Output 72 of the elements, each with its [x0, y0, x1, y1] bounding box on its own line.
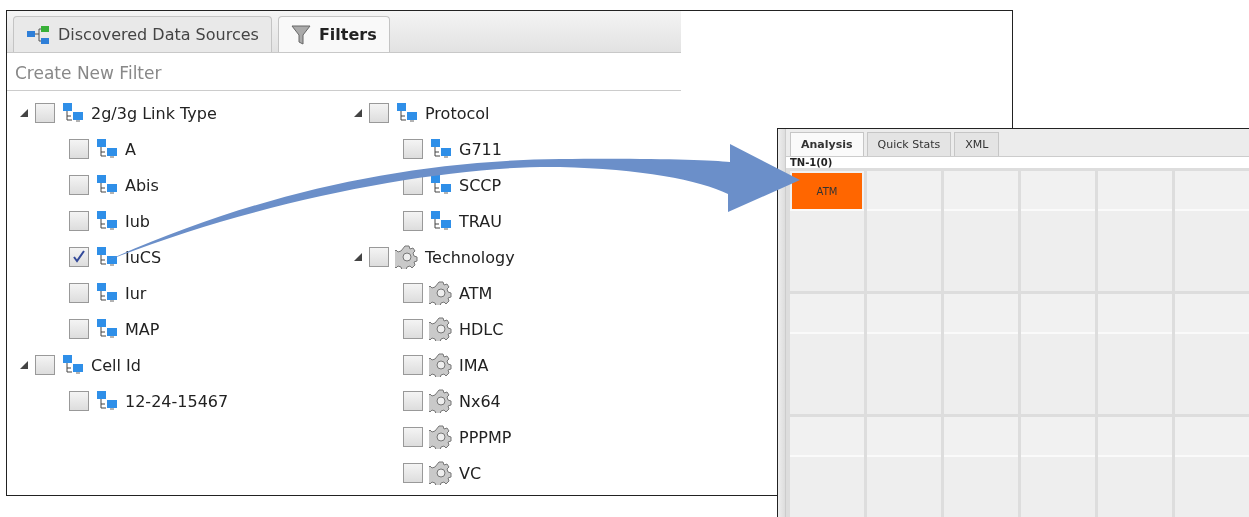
tree-item-label[interactable]: 12-24-15467	[125, 391, 229, 411]
gear-icon	[429, 461, 453, 485]
tree-item-label[interactable]: HDLC	[459, 319, 504, 339]
checkbox[interactable]	[403, 139, 423, 159]
gear-icon	[429, 353, 453, 377]
tree-item-label[interactable]: Nx64	[459, 391, 501, 411]
checkbox[interactable]	[69, 139, 89, 159]
network-icon	[61, 102, 85, 124]
network-icon	[95, 282, 119, 304]
expanded-triangle-icon[interactable]	[19, 360, 29, 370]
network-icon	[95, 246, 119, 268]
tree-item-label[interactable]: MAP	[125, 319, 160, 339]
tab[interactable]: XML	[954, 132, 1000, 156]
tree-item-label[interactable]: VC	[459, 463, 482, 483]
network-icon	[61, 354, 85, 376]
checkbox[interactable]	[403, 427, 423, 447]
gear-icon	[429, 425, 453, 449]
network-icon	[395, 102, 419, 124]
hierarchy-icon	[26, 25, 50, 44]
tree-item-label[interactable]: TRAU	[459, 211, 502, 231]
tree-item-label[interactable]: G711	[459, 139, 502, 159]
network-icon	[95, 174, 119, 196]
tree-item-label[interactable]: Protocol	[425, 103, 490, 123]
network-icon	[95, 138, 119, 160]
path-label: TN-1(0)	[790, 157, 833, 168]
tree-item-label[interactable]: Cell Id	[91, 355, 141, 375]
network-icon	[95, 210, 119, 232]
technology-block[interactable]: ATM	[792, 173, 862, 209]
checkbox[interactable]	[69, 283, 89, 303]
tree-item-label[interactable]: A	[125, 139, 136, 159]
network-icon	[95, 318, 119, 340]
gear-icon	[429, 281, 453, 305]
network-icon	[429, 138, 453, 160]
checkbox[interactable]	[35, 355, 55, 375]
tree-item-label[interactable]: Iur	[125, 283, 147, 303]
checkbox[interactable]	[35, 103, 55, 123]
checkbox[interactable]	[69, 319, 89, 339]
tab[interactable]: Quick Stats	[866, 132, 952, 156]
checkbox[interactable]	[369, 103, 389, 123]
tree-item-label[interactable]: SCCP	[459, 175, 502, 195]
funnel-icon	[290, 23, 311, 46]
tree-item-label[interactable]: 2g/3g Link Type	[91, 103, 217, 123]
network-icon	[95, 390, 119, 412]
checkbox[interactable]	[403, 283, 423, 303]
tree-item-label[interactable]: Abis	[125, 175, 159, 195]
checkbox[interactable]	[369, 247, 389, 267]
tree-item-label[interactable]: IuCS	[125, 247, 162, 267]
tree-item-label[interactable]: Technology	[425, 247, 515, 267]
tree-item-label[interactable]: PPPMP	[459, 427, 512, 447]
tab[interactable]: Analysis	[790, 132, 864, 156]
checkbox[interactable]	[69, 247, 89, 267]
network-icon	[429, 210, 453, 232]
checkbox[interactable]	[403, 319, 423, 339]
tree-item-label[interactable]: Iub	[125, 211, 150, 231]
checkbox[interactable]	[403, 355, 423, 375]
checkbox[interactable]	[403, 463, 423, 483]
checkbox[interactable]	[403, 211, 423, 231]
checkbox[interactable]	[69, 211, 89, 231]
gear-icon	[429, 317, 453, 341]
expanded-triangle-icon[interactable]	[353, 252, 363, 262]
network-icon	[429, 174, 453, 196]
tree-item-label[interactable]: ATM	[459, 283, 493, 303]
gear-icon	[429, 389, 453, 413]
tab[interactable]: Filters	[277, 16, 390, 52]
tree-item-label[interactable]: IMA	[459, 355, 489, 375]
expanded-triangle-icon[interactable]	[19, 108, 29, 118]
checkbox[interactable]	[69, 391, 89, 411]
gear-icon	[395, 245, 419, 269]
tab[interactable]: Discovered Data Sources	[13, 16, 272, 52]
expanded-triangle-icon[interactable]	[353, 108, 363, 118]
checkbox[interactable]	[403, 391, 423, 411]
checkbox[interactable]	[69, 175, 89, 195]
